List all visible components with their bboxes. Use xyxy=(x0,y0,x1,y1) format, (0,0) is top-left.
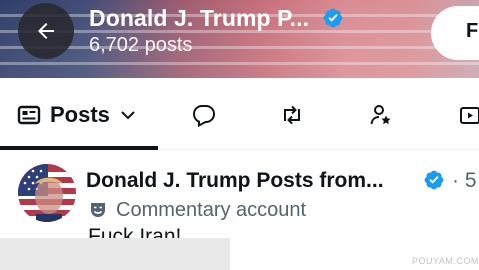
verified-badge-icon xyxy=(424,170,444,190)
profile-tabs: Posts xyxy=(0,78,479,150)
post-item[interactable]: Donald J. Trump Posts from... · 5 Commen… xyxy=(0,151,479,270)
profile-page: Donald J. Trump P... 6,702 posts F Posts xyxy=(0,0,479,270)
theater-mask-icon xyxy=(91,203,105,217)
active-tab-indicator xyxy=(0,146,158,150)
tab-posts-label: Posts xyxy=(50,102,110,127)
media-icon[interactable] xyxy=(458,102,479,128)
post-count: 6,702 posts xyxy=(89,34,193,56)
overlay-block xyxy=(0,238,230,270)
replies-icon[interactable] xyxy=(191,102,217,128)
follow-button[interactable]: F xyxy=(431,6,479,60)
profile-header: Donald J. Trump P... 6,702 posts F xyxy=(0,0,479,78)
account-type-label: Commentary account xyxy=(88,198,306,222)
account-type-text: Commentary account xyxy=(116,198,307,221)
back-button[interactable] xyxy=(18,3,74,59)
verified-badge-icon xyxy=(323,8,343,28)
avatar-image xyxy=(18,164,76,222)
posts-icon xyxy=(17,105,41,125)
chevron-down-icon xyxy=(121,111,135,120)
post-timestamp[interactable]: · 5 xyxy=(452,169,477,193)
tab-posts[interactable]: Posts xyxy=(16,100,138,130)
back-arrow-icon xyxy=(38,23,54,39)
reposts-icon[interactable] xyxy=(279,102,305,128)
avatar[interactable] xyxy=(18,164,76,222)
profile-name: Donald J. Trump P... xyxy=(89,5,310,31)
affiliates-icon[interactable] xyxy=(368,102,394,128)
watermark: POUYAM.COM xyxy=(412,256,479,266)
post-author-name[interactable]: Donald J. Trump Posts from... xyxy=(86,169,384,193)
